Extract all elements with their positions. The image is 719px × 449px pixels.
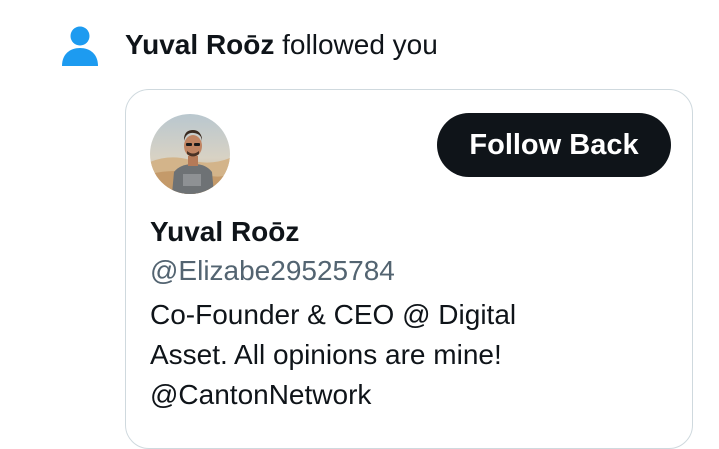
profile-handle[interactable]: @Elizabe29525784 (150, 253, 395, 289)
notification-user-name[interactable]: Yuval Roōz (125, 29, 274, 60)
profile-display-name[interactable]: Yuval Roōz (150, 214, 299, 250)
profile-bio: Co-Founder & CEO @ Digital Asset. All op… (150, 295, 670, 415)
follow-back-button[interactable]: Follow Back (437, 113, 671, 177)
bio-line: Co-Founder & CEO @ Digital (150, 299, 517, 330)
bio-mention-link[interactable]: @CantonNetwork (150, 375, 670, 415)
notification-action-text: followed you (274, 29, 438, 60)
notification-text: Yuval Roōz followed you (125, 27, 438, 63)
person-icon (61, 26, 99, 68)
bio-line: Asset. All opinions are mine! (150, 339, 502, 370)
avatar[interactable] (150, 114, 230, 194)
profile-card[interactable]: Follow Back Yuval Roōz @Elizabe29525784 … (125, 89, 693, 449)
